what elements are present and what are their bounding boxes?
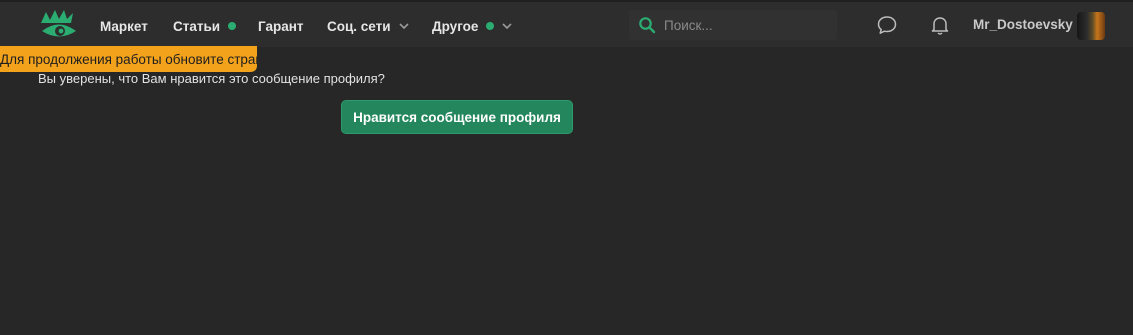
username-link[interactable]: Mr_Dostoevsky [973, 17, 1073, 32]
chevron-down-icon [398, 23, 409, 30]
chevron-down-icon [502, 23, 512, 30]
nav-item-other[interactable]: Другое [432, 16, 513, 36]
like-profile-message-button[interactable]: Нравится сообщение профиля [341, 100, 573, 134]
eye-logo-icon[interactable] [40, 9, 78, 41]
nav-label: Гарант [258, 18, 304, 34]
confirmation-question: Вы уверены, что Вам нравится это сообщен… [38, 71, 385, 86]
nav-label: Статьи [173, 18, 221, 34]
new-indicator-dot [228, 22, 237, 30]
search-box[interactable] [629, 10, 837, 40]
top-navbar: Маркет Статьи Гарант Соц. сети Другое По… [0, 0, 1133, 47]
nav-item-articles[interactable]: Статьи [173, 16, 237, 36]
nav-label: Другое [432, 18, 479, 34]
search-input[interactable] [664, 17, 837, 33]
nav-label: Маркет [100, 18, 148, 34]
avatar[interactable] [1077, 12, 1105, 40]
chat-bubble-icon[interactable] [876, 14, 898, 36]
search-icon[interactable] [638, 16, 656, 34]
nav-item-social[interactable]: Соц. сети [327, 16, 410, 36]
nav-label: Соц. сети [327, 18, 391, 34]
nav-item-guarantor[interactable]: Гарант [258, 16, 304, 36]
refresh-notice: Для продолжения работы обновите страницу… [0, 46, 257, 72]
page: Маркет Статьи Гарант Соц. сети Другое По… [0, 0, 1133, 335]
bell-icon[interactable] [929, 14, 951, 36]
notice-text: Для продолжения работы обновите страницу… [0, 52, 257, 67]
nav-item-market[interactable]: Маркет [100, 16, 148, 36]
new-indicator-dot [486, 22, 495, 30]
